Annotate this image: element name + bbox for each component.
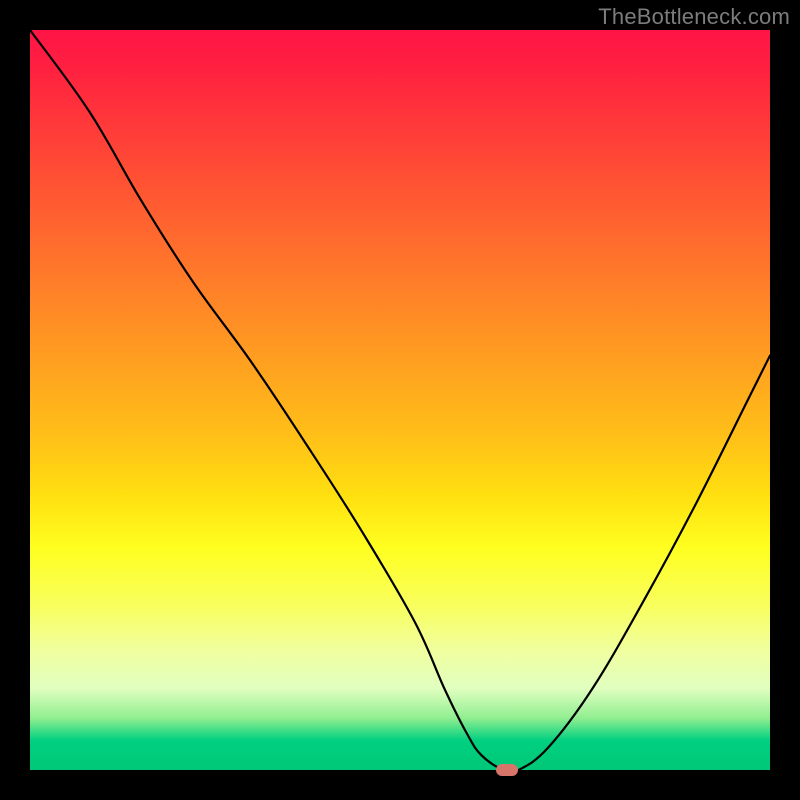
chart-container: TheBottleneck.com	[0, 0, 800, 800]
plot-area	[30, 30, 770, 770]
bottleneck-curve	[30, 30, 770, 770]
optimal-marker	[496, 764, 518, 776]
attribution-text: TheBottleneck.com	[598, 4, 790, 30]
